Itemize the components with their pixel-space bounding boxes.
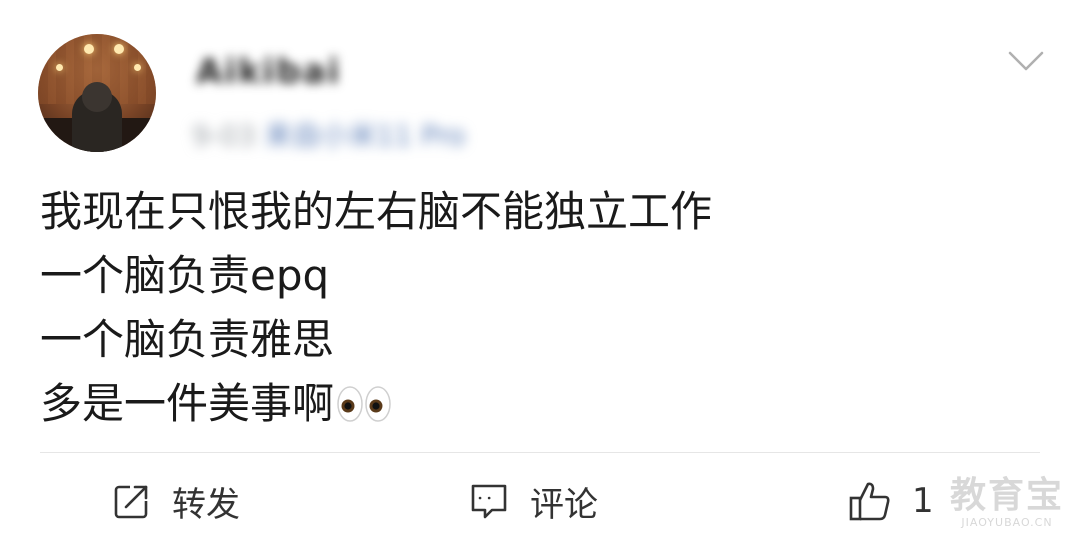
avatar-head bbox=[82, 82, 112, 112]
watermark: 教育宝 JIAOYUBAO.CN bbox=[950, 475, 1065, 530]
post-source[interactable]: 来自小米11 Pro bbox=[264, 119, 465, 152]
repost-icon bbox=[114, 483, 150, 519]
avatar-light bbox=[84, 44, 94, 54]
comment-icon bbox=[471, 484, 507, 519]
avatar[interactable] bbox=[38, 34, 156, 152]
repost-label: 转发 bbox=[172, 484, 240, 525]
post-content: 我现在只恨我的左右脑不能独立工作 一个脑负责epq 一个脑负责雅思 多是一件美事… bbox=[40, 180, 712, 436]
like-button[interactable]: 1 bbox=[848, 478, 934, 524]
avatar-light bbox=[114, 44, 124, 54]
thumbs-up-icon bbox=[849, 482, 890, 521]
post-line: 我现在只恨我的左右脑不能独立工作 bbox=[40, 187, 713, 236]
post-line-text: 多是一件美事啊 bbox=[40, 379, 335, 428]
watermark-url: JIAOYUBAO.CN bbox=[961, 516, 1053, 529]
username[interactable]: Aikibai bbox=[196, 52, 341, 92]
post-line-last: 多是一件美事啊 bbox=[40, 372, 712, 436]
eyes-emoji-icon bbox=[337, 386, 391, 422]
repost-button[interactable]: 转发 bbox=[112, 478, 240, 525]
chevron-down-icon[interactable] bbox=[1008, 50, 1044, 72]
post-line: 一个脑负责epq bbox=[40, 251, 330, 300]
avatar-light bbox=[134, 64, 141, 71]
divider bbox=[40, 452, 1040, 453]
watermark-title: 教育宝 bbox=[950, 475, 1065, 516]
comment-button[interactable]: 评论 bbox=[468, 478, 598, 525]
post-line: 一个脑负责雅思 bbox=[40, 315, 335, 364]
comment-label: 评论 bbox=[530, 484, 598, 525]
post-meta: 9-03 来自小米11 Pro bbox=[192, 114, 465, 154]
post-time: 9-03 bbox=[192, 119, 256, 152]
like-count: 1 bbox=[912, 481, 934, 521]
avatar-light bbox=[56, 64, 63, 71]
